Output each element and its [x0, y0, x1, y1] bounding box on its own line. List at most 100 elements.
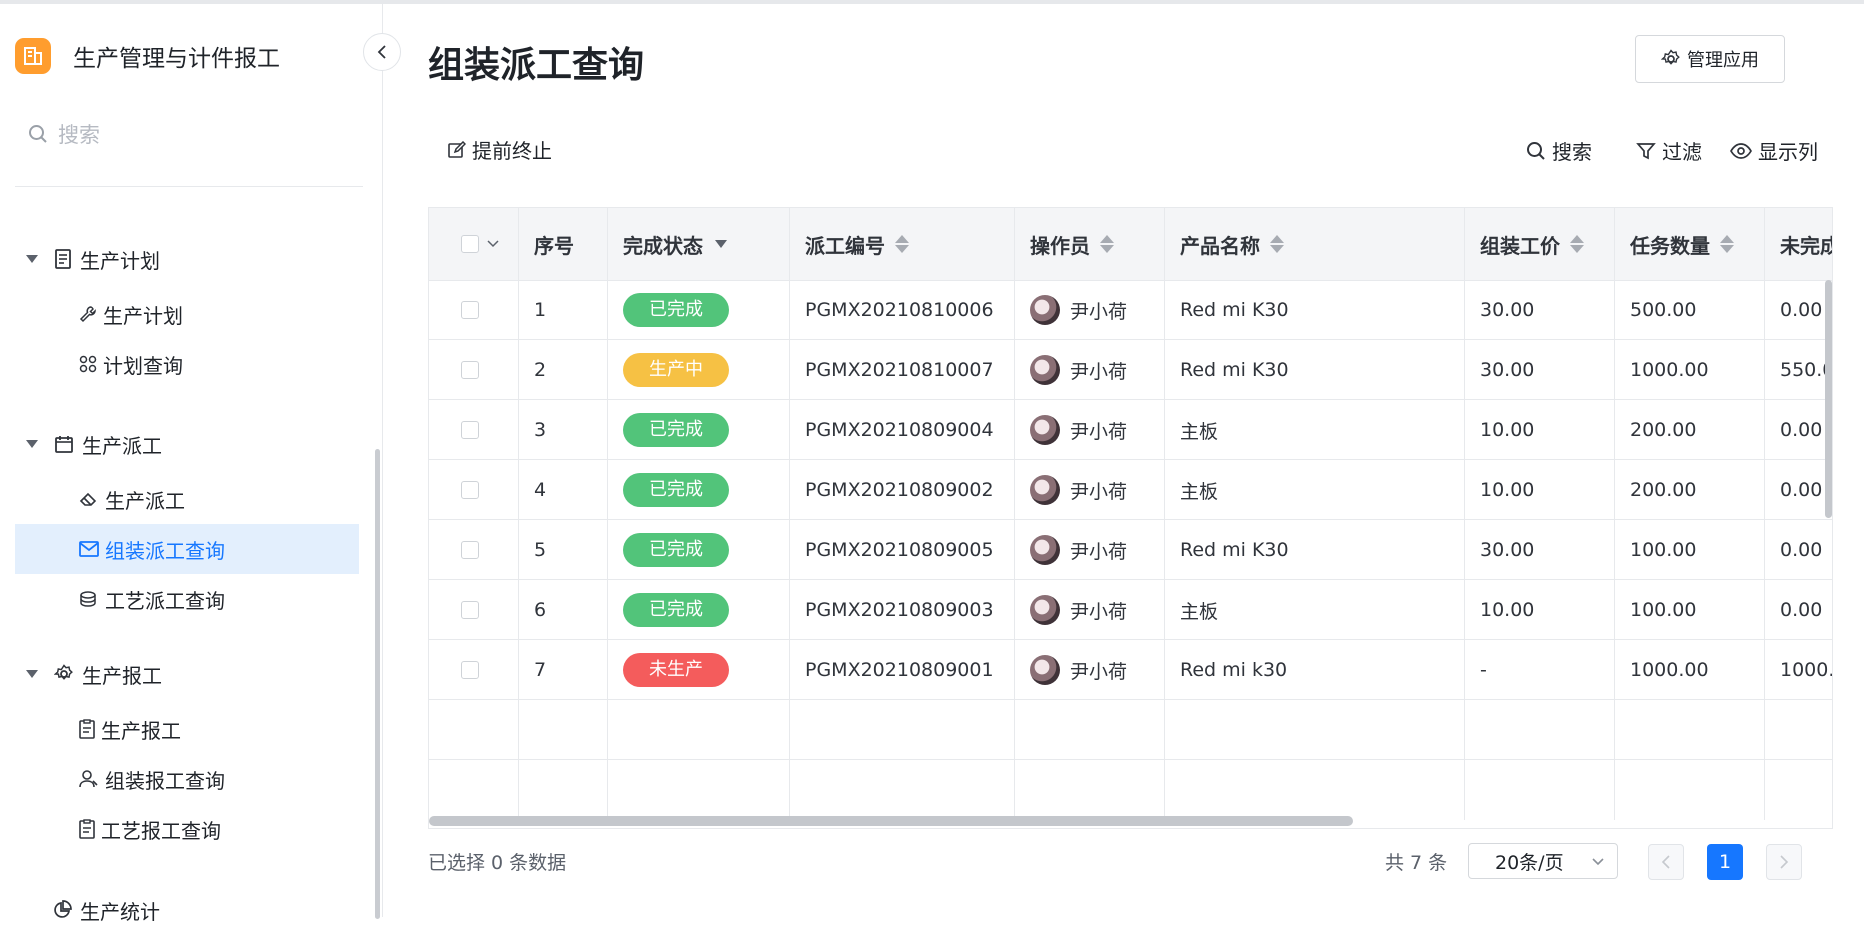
table-row[interactable]: 5 已完成 PGMX20210809005 尹小荷 Red mi K30 30.00 100… — [429, 520, 1832, 580]
terminate-early-button[interactable]: 提前终止 — [448, 135, 552, 164]
gear-icon — [54, 664, 74, 684]
operator-name: 尹小荷 — [1070, 660, 1128, 683]
cell-price: 10.00 — [1465, 400, 1615, 460]
status-badge: 已完成 — [623, 413, 729, 447]
cell-status: 已完成 — [608, 520, 790, 580]
cell-operator: 尹小荷 — [1015, 580, 1165, 640]
sort-icon[interactable] — [1720, 235, 1734, 253]
collapse-sidebar-button[interactable] — [363, 33, 401, 71]
row-checkbox[interactable] — [461, 301, 479, 319]
table-row[interactable]: 4 已完成 PGMX20210809002 尹小荷 主板 10.00 200.00 0.00 — [429, 460, 1832, 520]
cell-unfinished: 0.00 — [1765, 400, 1832, 460]
column-header-price[interactable]: 组装工价 — [1465, 208, 1615, 280]
avatar — [1030, 655, 1060, 685]
row-checkbox[interactable] — [461, 601, 479, 619]
column-header-operator[interactable]: 操作员 — [1015, 208, 1165, 280]
sort-icon[interactable] — [1100, 235, 1114, 253]
column-header-unfinished[interactable]: 未完成 — [1765, 208, 1832, 280]
empty-cell — [608, 700, 790, 760]
operator-name: 尹小荷 — [1070, 420, 1128, 443]
avatar — [1030, 295, 1060, 325]
empty-cell — [790, 700, 1015, 760]
caret-down-icon — [26, 670, 38, 678]
caret-down-icon — [26, 255, 38, 263]
sidebar-search-placeholder: 搜索 — [58, 123, 100, 147]
sort-icon[interactable] — [895, 235, 909, 253]
user-search-icon — [79, 769, 99, 789]
cell-no: 6 — [519, 580, 608, 640]
document-icon — [54, 249, 72, 269]
cell-price: 30.00 — [1465, 280, 1615, 340]
nav-group-production-dispatch[interactable]: 生产派工 — [26, 424, 162, 464]
row-checkbox[interactable] — [461, 661, 479, 679]
cell-unfinished: 0.00 — [1765, 580, 1832, 640]
table-row[interactable]: 6 已完成 PGMX20210809003 尹小荷 主板 10.00 100.00 0.00 — [429, 580, 1832, 640]
table-row-empty — [429, 760, 1832, 820]
sidebar-item-assembly-report-query[interactable]: 组装报工查询 — [15, 754, 359, 804]
total-count: 共 7 条 — [1385, 852, 1448, 874]
chevron-down-icon[interactable] — [487, 240, 499, 248]
empty-cell — [790, 760, 1015, 820]
next-page-button[interactable] — [1766, 844, 1802, 880]
dispatch-table: 序号 完成状态 派工编号 操作员 产品名称 组装工价 任务数量 未完成 1 已完成… — [428, 207, 1833, 829]
manage-app-button[interactable]: 管理应用 — [1635, 35, 1785, 83]
sidebar-item-plan-query[interactable]: 计划查询 — [15, 339, 359, 389]
nav-group-production-report[interactable]: 生产报工 — [26, 654, 162, 694]
table-horizontal-scrollbar[interactable] — [429, 816, 1353, 826]
clipboard-icon — [79, 819, 95, 839]
filter-button[interactable]: 过滤 — [1636, 136, 1702, 165]
empty-cell — [429, 760, 519, 820]
row-checkbox[interactable] — [461, 361, 479, 379]
row-checkbox[interactable] — [461, 541, 479, 559]
table-row[interactable]: 2 生产中 PGMX20210810007 尹小荷 Red mi K30 30.00 100… — [429, 340, 1832, 400]
sidebar-item-production-report[interactable]: 生产报工 — [15, 704, 359, 754]
avatar — [1030, 535, 1060, 565]
cell-quantity: 200.00 — [1615, 460, 1765, 520]
cell-quantity: 200.00 — [1615, 400, 1765, 460]
column-header-product[interactable]: 产品名称 — [1165, 208, 1465, 280]
sidebar-scrollbar[interactable] — [375, 449, 380, 919]
cell-quantity: 100.00 — [1615, 580, 1765, 640]
search-icon — [29, 125, 47, 143]
column-header-quantity[interactable]: 任务数量 — [1615, 208, 1765, 280]
app-header: 生产管理与计件报工 — [15, 36, 280, 76]
table-row[interactable]: 7 未生产 PGMX20210809001 尹小荷 Red mi k30-1000.00… — [429, 640, 1832, 700]
select-all-header — [429, 208, 519, 280]
sidebar-search[interactable]: 搜索 — [28, 119, 100, 149]
sort-icon[interactable] — [1270, 235, 1284, 253]
sort-icon[interactable] — [1570, 235, 1584, 253]
page-size-select[interactable]: 20条/页 — [1468, 843, 1618, 879]
cell-price: 30.00 — [1465, 340, 1615, 400]
nav-group-production-stats[interactable]: 生产统计 — [52, 890, 160, 930]
empty-cell — [1165, 760, 1465, 820]
table-row-empty — [429, 700, 1832, 760]
prev-page-button[interactable] — [1648, 844, 1684, 880]
cell-operator: 尹小荷 — [1015, 640, 1165, 700]
chevron-down-icon — [1592, 858, 1604, 866]
column-header-status[interactable]: 完成状态 — [608, 208, 790, 280]
cell-code: PGMX20210810006 — [790, 280, 1015, 340]
sidebar-item-assembly-dispatch-query[interactable]: 组装派工查询 — [15, 524, 359, 574]
show-columns-button[interactable]: 显示列 — [1730, 136, 1818, 165]
sidebar-item-process-dispatch-query[interactable]: 工艺派工查询 — [15, 574, 359, 624]
eye-icon — [1730, 142, 1752, 159]
table-vertical-scrollbar[interactable] — [1825, 280, 1832, 518]
page-1-button[interactable]: 1 — [1707, 844, 1743, 880]
table-row[interactable]: 1 已完成 PGMX20210810006 尹小荷 Red mi K30 30.00 500… — [429, 280, 1832, 340]
sidebar-item-label: 生产计划 — [103, 303, 183, 328]
row-checkbox[interactable] — [461, 481, 479, 499]
operator-name: 尹小荷 — [1070, 300, 1128, 323]
cell-quantity: 1000.00 — [1615, 340, 1765, 400]
caret-down-icon[interactable] — [715, 240, 727, 248]
nav-group-production-plan[interactable]: 生产计划 — [26, 239, 160, 279]
column-header-code[interactable]: 派工编号 — [790, 208, 1015, 280]
table-row[interactable]: 3 已完成 PGMX20210809004 尹小荷 主板 10.00 200.00 0.00 — [429, 400, 1832, 460]
search-button[interactable]: 搜索 — [1526, 136, 1592, 165]
row-checkbox[interactable] — [461, 421, 479, 439]
sidebar-item-production-plan[interactable]: 生产计划 — [15, 289, 359, 339]
terminate-early-label: 提前终止 — [472, 139, 552, 163]
sidebar-item-process-report-query[interactable]: 工艺报工查询 — [15, 804, 359, 854]
sidebar-item-production-dispatch[interactable]: 生产派工 — [15, 474, 359, 524]
select-all-checkbox[interactable] — [461, 235, 479, 253]
status-badge: 已完成 — [623, 293, 729, 327]
